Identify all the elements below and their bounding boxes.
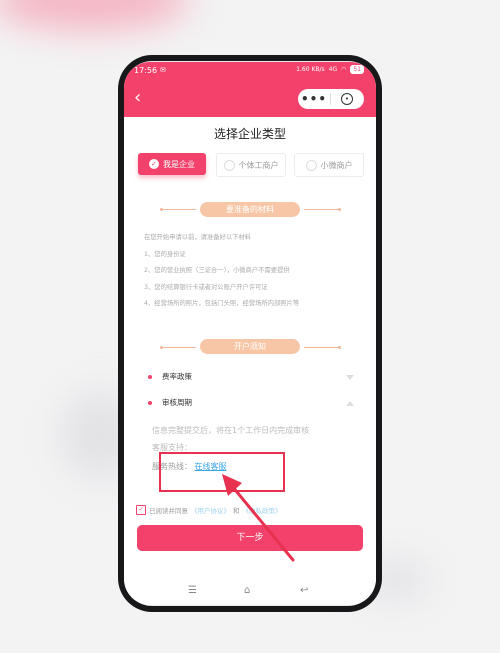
close-miniapp-button[interactable]: •: [331, 93, 363, 105]
materials-list: 在您开始申请以前，请准备好以下材料 1、您的身份证 2、您的营业执照（三证合一）…: [144, 230, 364, 313]
close-icon: •: [341, 93, 353, 105]
review-period-text: 信息完整提交后，将在1个工作日内完成审核: [152, 426, 310, 435]
review-description: 信息完整提交后，将在1个工作日内完成审核 客服支持：: [152, 422, 352, 456]
materials-intro: 在您开始申请以前，请准备好以下材料: [144, 234, 252, 241]
home-icon[interactable]: ⌂: [244, 585, 250, 596]
agreement-text: 已阅读并同意: [149, 507, 188, 515]
divider-dot: [338, 208, 341, 211]
radio-icon: [223, 159, 235, 171]
user-agreement-link[interactable]: 《用户协议》: [191, 505, 230, 515]
agreement-checkbox[interactable]: ✓: [136, 505, 146, 515]
agreement-row: ✓ 已阅读并同意 《用户协议》 和 《隐私政策》: [136, 505, 282, 515]
merchant-type-selector: ✓ 我是企业 个体工商户 小微商户: [124, 153, 376, 177]
type-option-micro[interactable]: 小微商户: [294, 153, 364, 177]
notice-heading: 开户须知: [200, 339, 300, 354]
divider-dot: [160, 346, 163, 349]
divider-dot: [338, 346, 341, 349]
background-blur-pink: [0, 0, 190, 30]
status-bar: 17:56 ✉ 1.60 KB/s 4G ◠ 51: [124, 62, 376, 80]
chevron-down-icon: [346, 375, 354, 380]
status-indicators: 1.60 KB/s 4G ◠ 51: [296, 65, 364, 74]
signal-icon: 4G: [328, 66, 338, 73]
wifi-icon: ◠: [341, 66, 347, 73]
divider-line: [162, 209, 196, 210]
bullet-dot: [148, 375, 152, 379]
materials-heading: 要准备的材料: [200, 202, 300, 217]
materials-item: 3、您的结算银行卡或者对公账户开户许可证: [144, 283, 268, 291]
type-option-enterprise[interactable]: ✓ 我是企业: [138, 153, 206, 175]
type-option-label: 小微商户: [320, 160, 353, 170]
materials-item: 4、经营场所的照片，包括门头照，经营场所内部照片等: [144, 300, 300, 307]
chevron-up-icon: [346, 401, 354, 406]
check-icon: ✓: [149, 159, 159, 169]
materials-item: 1、您的身份证: [144, 250, 186, 258]
type-option-label: 个体工商户: [238, 160, 279, 170]
bullet-dot: [148, 401, 152, 405]
more-icon[interactable]: •••: [298, 90, 330, 108]
network-speed: 1.60 KB/s: [296, 66, 325, 73]
status-time: 17:56: [134, 66, 158, 75]
accordion-label: 费率政策: [162, 372, 192, 381]
accordion-review-period[interactable]: 审核周期: [148, 397, 354, 411]
battery-icon: 51: [350, 65, 364, 74]
divider-line: [304, 347, 338, 348]
nav-bar: ‹ ••• •: [124, 80, 376, 117]
miniapp-capsule: ••• •: [298, 89, 364, 109]
divider-line: [162, 347, 196, 348]
privacy-policy-link[interactable]: 《隐私政策》: [243, 505, 282, 515]
page-title: 选择企业类型: [213, 127, 286, 141]
type-option-individual[interactable]: 个体工商户: [216, 153, 286, 177]
materials-item: 2、您的营业执照（三证合一），小微商户不需要提供: [144, 267, 290, 274]
type-option-label: 我是企业: [163, 159, 195, 169]
radio-icon: [305, 159, 317, 171]
accordion-label: 审核周期: [162, 398, 192, 407]
annotation-highlight-box: [159, 452, 285, 492]
system-nav-bar: ☰ ⌂ ↩: [124, 582, 376, 602]
notification-icon: ✉: [160, 66, 166, 74]
divider-dot: [160, 208, 163, 211]
divider-line: [304, 209, 338, 210]
accordion-rate-policy[interactable]: 费率政策: [148, 371, 354, 385]
back-nav-icon[interactable]: ↩: [300, 585, 308, 596]
agreement-and: 和: [233, 507, 240, 515]
menu-icon[interactable]: ☰: [188, 585, 197, 596]
phone-screen: 17:56 ✉ 1.60 KB/s 4G ◠ 51 ‹ ••• • 选择企业类型…: [124, 62, 376, 605]
back-icon[interactable]: ‹: [134, 88, 141, 108]
next-step-button[interactable]: 下一步: [137, 525, 363, 551]
